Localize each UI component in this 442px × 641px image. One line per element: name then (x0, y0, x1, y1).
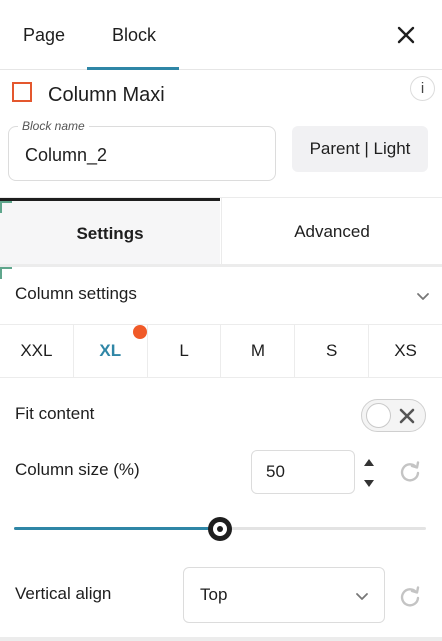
breakpoint-tabs: XXL XL L M S XS (0, 324, 442, 378)
column-settings-title[interactable]: Column settings (15, 284, 137, 304)
toggle-knob (366, 403, 391, 428)
chevron-down-icon (354, 588, 370, 604)
vertical-align-label: Vertical align (15, 584, 112, 603)
tab-block[interactable]: Block (112, 0, 156, 70)
column-size-slider-fill (14, 527, 220, 530)
breakpoint-l[interactable]: L (148, 325, 222, 377)
divider (0, 264, 442, 267)
block-title: Column Maxi (48, 84, 165, 106)
breakpoint-s[interactable]: S (295, 325, 370, 377)
slider-handle-core (217, 526, 223, 532)
block-name-label: Block name (18, 119, 89, 133)
column-size-label: Column size (%) (15, 460, 140, 479)
fit-content-toggle[interactable] (361, 399, 426, 432)
increment-icon[interactable] (362, 455, 376, 467)
close-icon[interactable] (394, 23, 418, 47)
breakpoint-xl-label: XL (99, 341, 122, 360)
selection-corner-mark (0, 201, 12, 213)
tab-settings[interactable]: Settings (0, 198, 220, 266)
breakpoint-m[interactable]: M (221, 325, 296, 377)
column-size-input[interactable] (266, 462, 336, 482)
panel-tabs (0, 0, 442, 70)
info-icon[interactable]: i (410, 76, 435, 101)
reset-icon[interactable] (398, 584, 422, 608)
breakpoint-xl[interactable]: XL (74, 325, 148, 377)
vertical-align-value: Top (200, 585, 228, 604)
active-tab-indicator (87, 67, 179, 70)
reset-icon[interactable] (398, 459, 422, 483)
parent-button[interactable]: Parent | Light (292, 126, 428, 172)
divider (0, 637, 442, 641)
vertical-align-select[interactable]: Top (183, 567, 385, 623)
breakpoint-xs[interactable]: XS (369, 325, 442, 377)
slider-handle-ring (213, 522, 227, 536)
column-size-field[interactable] (251, 450, 355, 494)
close-icon (397, 406, 417, 426)
breakpoint-indicator-dot (132, 325, 147, 339)
section-tabs: Settings Advanced (0, 197, 442, 266)
fit-content-label: Fit content (15, 404, 95, 423)
decrement-icon[interactable] (362, 477, 376, 489)
breakpoint-xxl[interactable]: XXL (0, 325, 74, 377)
tab-advanced[interactable]: Advanced (221, 198, 442, 266)
block-type-icon (12, 82, 32, 102)
block-name-field[interactable] (8, 126, 276, 181)
block-name-input[interactable] (10, 145, 270, 166)
column-size-slider-handle[interactable] (208, 517, 232, 541)
tab-page[interactable]: Page (23, 0, 65, 70)
selection-corner-mark (0, 267, 12, 279)
chevron-down-icon[interactable] (415, 288, 431, 304)
